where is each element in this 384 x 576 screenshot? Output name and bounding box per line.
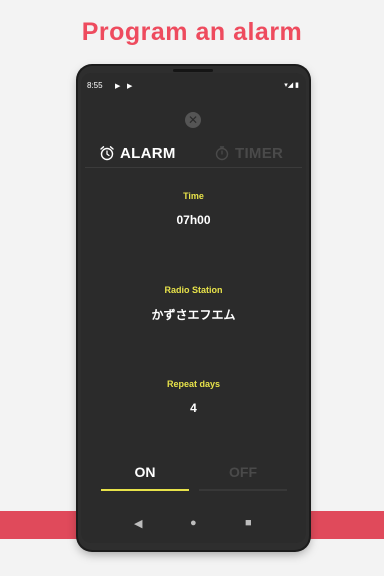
- status-bar: 8:55 ▶ ▶ ▾◢ ▮: [81, 73, 306, 95]
- mode-tabs: ALARM TIMER: [81, 141, 306, 165]
- tab-timer-label: TIMER: [235, 144, 284, 162]
- off-button[interactable]: OFF: [199, 455, 287, 491]
- play-icon: ▶: [127, 83, 133, 90]
- back-icon[interactable]: ◀: [134, 517, 142, 530]
- radio-station-label: Radio Station: [164, 285, 223, 295]
- repeat-days-value[interactable]: 4: [81, 401, 306, 415]
- app-screen: 8:55 ▶ ▶ ▾◢ ▮ ✕ ALARM TIMER Time 07h00 R…: [81, 73, 306, 543]
- status-time: 8:55: [87, 81, 103, 90]
- play-icon: ▶: [115, 83, 121, 90]
- close-button[interactable]: ✕: [185, 112, 201, 128]
- alarm-clock-icon: [100, 146, 114, 161]
- tab-alarm[interactable]: ALARM: [99, 141, 176, 165]
- radio-station-value[interactable]: かずさエフエム: [81, 306, 306, 323]
- promo-title: Program an alarm: [81, 18, 303, 46]
- close-icon: ✕: [187, 113, 199, 127]
- phone-frame: 8:55 ▶ ▶ ▾◢ ▮ ✕ ALARM TIMER Time 07h00 R…: [78, 66, 309, 550]
- phone-speaker: [173, 69, 213, 72]
- time-value[interactable]: 07h00: [81, 213, 306, 227]
- on-button[interactable]: ON: [101, 455, 189, 491]
- repeat-days-label: Repeat days: [166, 379, 221, 389]
- navigation-bar: ◀ ● ■: [81, 513, 306, 537]
- recents-icon[interactable]: ■: [245, 517, 252, 529]
- tab-timer[interactable]: TIMER: [214, 141, 283, 165]
- signal-battery-icons: ▾◢ ▮: [284, 82, 299, 89]
- stopwatch-icon: [215, 146, 229, 161]
- tab-alarm-label: ALARM: [120, 144, 176, 162]
- home-icon[interactable]: ●: [190, 517, 197, 529]
- time-label: Time: [183, 191, 204, 201]
- tab-divider: [85, 167, 302, 168]
